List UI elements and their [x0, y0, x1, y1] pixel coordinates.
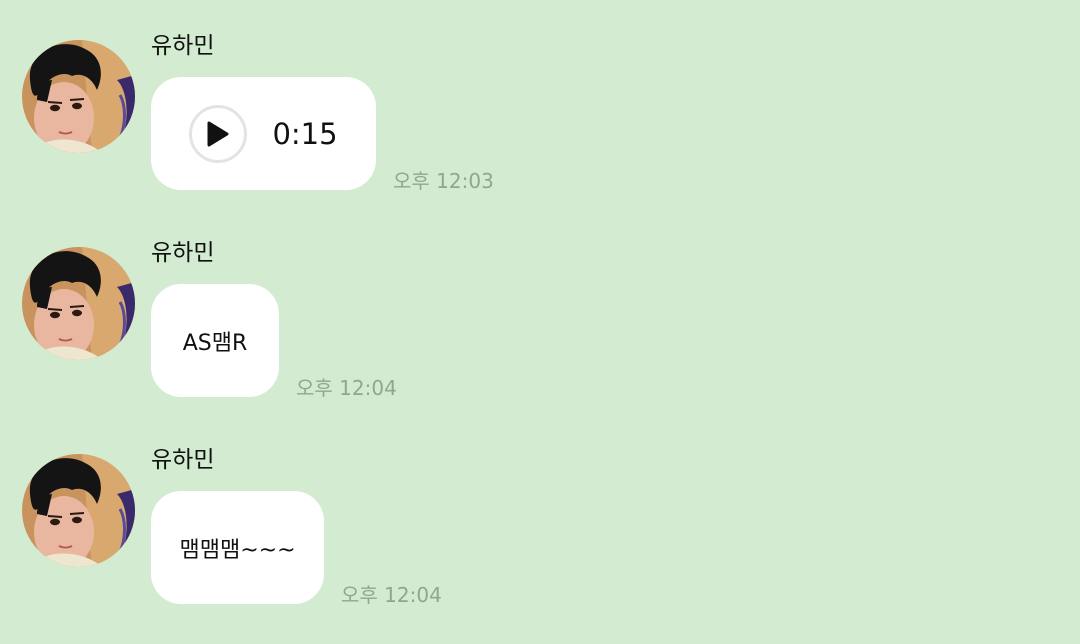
- profile-avatar[interactable]: [22, 454, 135, 567]
- sender-name: 유하민: [151, 33, 215, 59]
- profile-illustration-icon: [22, 40, 135, 153]
- message-timestamp: 오후 12:03: [393, 169, 494, 193]
- play-button[interactable]: [189, 104, 248, 163]
- voice-duration: 0:15: [272, 116, 338, 151]
- profile-avatar[interactable]: [22, 247, 135, 360]
- message-timestamp: 오후 12:04: [296, 376, 397, 400]
- message-text: AS맴R: [182, 330, 248, 356]
- message-timestamp: 오후 12:04: [341, 583, 442, 607]
- profile-avatar[interactable]: [22, 40, 135, 153]
- message-text: 맴맴맴~~~: [179, 537, 296, 563]
- text-message-bubble[interactable]: 맴맴맴~~~: [151, 491, 324, 604]
- play-icon: [207, 121, 229, 146]
- profile-illustration-icon: [22, 454, 135, 567]
- sender-name: 유하민: [151, 240, 215, 266]
- profile-illustration-icon: [22, 247, 135, 360]
- text-message-bubble[interactable]: AS맴R: [151, 284, 279, 397]
- voice-message-bubble[interactable]: 0:15: [151, 77, 376, 190]
- sender-name: 유하민: [151, 447, 215, 473]
